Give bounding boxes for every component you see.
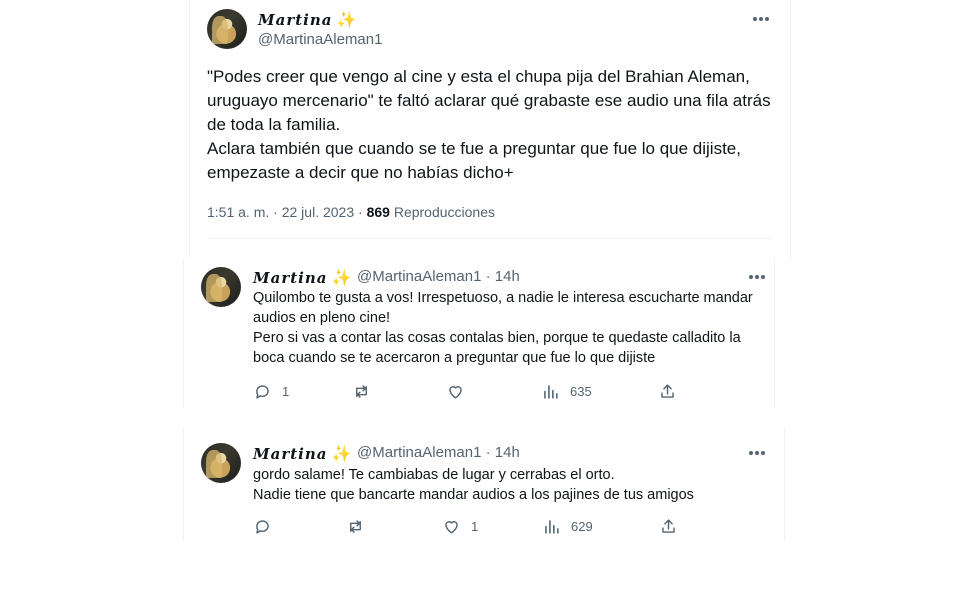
reply-text-paragraph: Quilombo te gusta a vos! Irrespetuoso, a… bbox=[253, 290, 753, 326]
like-button[interactable] bbox=[446, 382, 475, 401]
divider bbox=[207, 238, 773, 239]
avatar[interactable] bbox=[207, 9, 247, 49]
avatar[interactable] bbox=[201, 267, 241, 307]
tweet-text-paragraph: Aclara también que cuando se te fue a pr… bbox=[207, 139, 741, 182]
like-button[interactable]: 1 bbox=[442, 517, 478, 536]
views-icon bbox=[544, 385, 558, 399]
author-handle[interactable]: @MartinaAleman1 · 14h bbox=[357, 268, 520, 285]
handle-text: @MartinaAleman1 bbox=[357, 444, 482, 461]
author-name-text: Martina bbox=[258, 11, 333, 29]
separator: · bbox=[358, 204, 363, 220]
share-button[interactable] bbox=[658, 382, 677, 401]
views-icon bbox=[545, 520, 559, 534]
more-icon[interactable] bbox=[753, 16, 771, 22]
reply-text: gordo salame! Te cambiabas de lugar y ce… bbox=[253, 465, 753, 505]
share-button[interactable] bbox=[659, 517, 678, 536]
main-tweet: Martina ✨ @MartinaAleman1 "Podes creer qu… bbox=[189, 0, 791, 260]
avatar[interactable] bbox=[201, 443, 241, 483]
time-ago[interactable]: · 14h bbox=[486, 444, 520, 461]
reply-text-paragraph: Pero si vas a contar las cosas contalas … bbox=[253, 330, 741, 366]
handle-text: @MartinaAleman1 bbox=[357, 268, 482, 285]
reply-button[interactable]: 1 bbox=[253, 382, 289, 401]
reply-icon bbox=[256, 385, 269, 399]
tweet-time[interactable]: 1:51 a. m. bbox=[207, 204, 269, 220]
retweet-button[interactable] bbox=[346, 517, 375, 536]
views-label: Reproducciones bbox=[393, 204, 495, 220]
retweet-icon bbox=[356, 385, 367, 398]
author-name[interactable]: Martina ✨ bbox=[253, 268, 352, 287]
share-icon bbox=[661, 384, 674, 398]
reply-text: Quilombo te gusta a vos! Irrespetuoso, a… bbox=[253, 288, 753, 368]
reply-text-paragraph: Nadie tiene que bancarte mandar audios a… bbox=[253, 487, 694, 503]
tweet-text-paragraph: "Podes creer que vengo al cine y esta el… bbox=[207, 67, 771, 134]
author-name-text: Martina bbox=[253, 445, 328, 463]
author-handle[interactable]: @MartinaAleman1 · 14h bbox=[357, 444, 520, 461]
like-icon bbox=[449, 386, 462, 399]
tweet-meta: 1:51 a. m. · 22 jul. 2023 · 869 Reproduc… bbox=[207, 204, 495, 220]
more-icon[interactable] bbox=[749, 274, 767, 280]
like-icon bbox=[445, 521, 458, 534]
author-name[interactable]: Martina ✨ bbox=[253, 444, 352, 463]
reply-text-paragraph: gordo salame! Te cambiabas de lugar y ce… bbox=[253, 467, 615, 483]
separator: · bbox=[273, 204, 278, 220]
sparkle-emoji: ✨ bbox=[336, 10, 358, 29]
author-name-text: Martina bbox=[253, 269, 328, 287]
tweet-text: "Podes creer que vengo al cine y esta el… bbox=[207, 65, 777, 185]
sparkle-emoji: ✨ bbox=[331, 444, 353, 463]
retweet-icon bbox=[350, 520, 361, 533]
reply-button[interactable] bbox=[253, 517, 282, 536]
share-icon bbox=[662, 519, 675, 533]
views-button[interactable]: 635 bbox=[541, 382, 592, 401]
author-handle[interactable]: @MartinaAleman1 bbox=[258, 31, 382, 48]
tweet-date[interactable]: 22 jul. 2023 bbox=[282, 204, 354, 220]
reply-tweet[interactable]: Martina ✨ @MartinaAleman1 · 14h Quilombo … bbox=[183, 258, 775, 408]
like-count: 1 bbox=[471, 519, 479, 534]
views-button[interactable]: 629 bbox=[542, 517, 593, 536]
more-icon[interactable] bbox=[749, 450, 767, 456]
reply-tweet[interactable]: Martina ✨ @MartinaAleman1 · 14h gordo sal… bbox=[183, 427, 785, 542]
author-name[interactable]: Martina ✨ bbox=[258, 10, 357, 29]
views-count: 869 bbox=[366, 204, 390, 220]
retweet-button[interactable] bbox=[352, 382, 381, 401]
reply-icon bbox=[256, 520, 269, 534]
time-ago[interactable]: · 14h bbox=[486, 268, 520, 285]
views-count: 629 bbox=[571, 519, 593, 534]
reply-count: 1 bbox=[282, 384, 290, 399]
sparkle-emoji: ✨ bbox=[331, 268, 353, 287]
views-count: 635 bbox=[570, 384, 592, 399]
